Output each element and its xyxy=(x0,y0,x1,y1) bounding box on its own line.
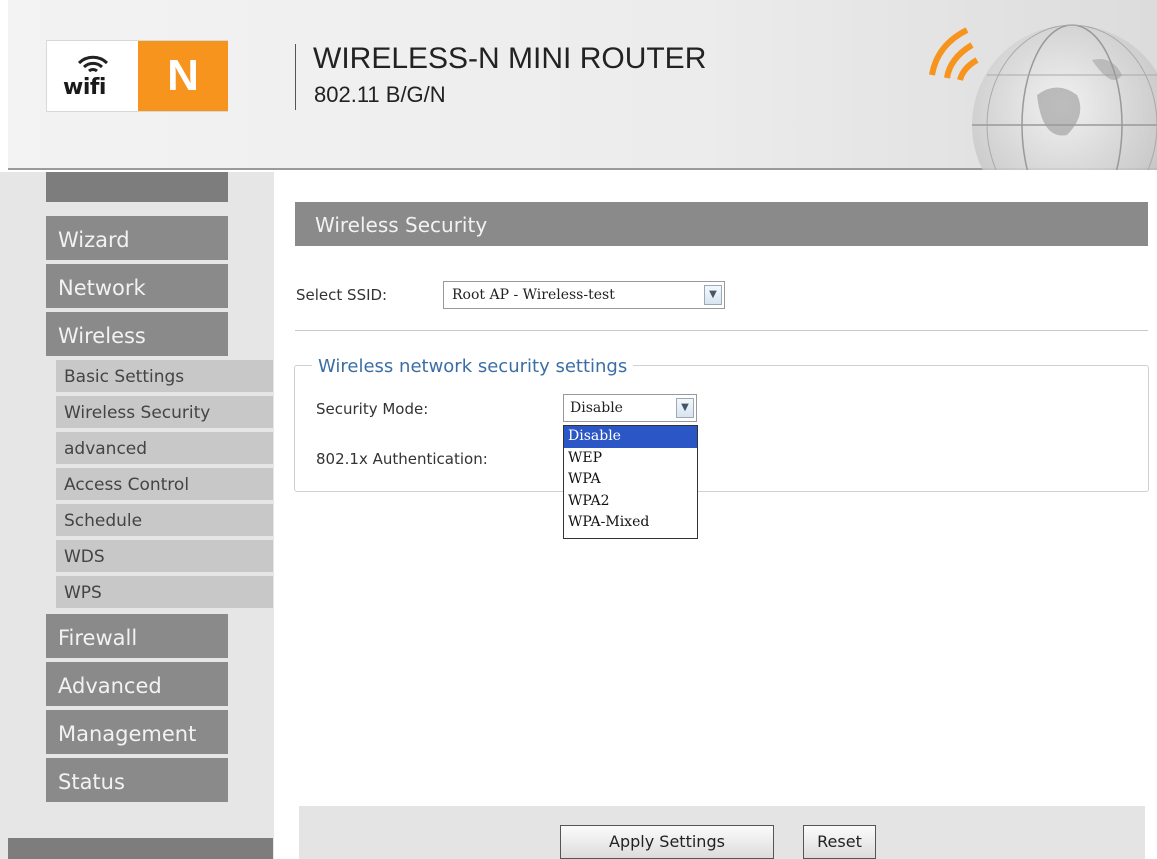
option-wep[interactable]: WEP xyxy=(564,448,697,470)
nav-status[interactable]: Status xyxy=(46,758,228,804)
nav-advanced-wireless[interactable]: advanced xyxy=(56,432,273,466)
page-subtitle: 802.11 B/G/N xyxy=(314,82,446,107)
title-divider xyxy=(295,44,296,110)
nav-wireless[interactable]: Wireless xyxy=(46,312,228,358)
security-mode-label: Security Mode: xyxy=(316,400,429,418)
ssid-select[interactable]: Root AP - Wireless-test ▼ xyxy=(443,281,725,309)
globe-signal-icon xyxy=(929,24,1157,170)
brand-logo: wifi N xyxy=(46,40,228,112)
wifi-icon xyxy=(77,55,109,73)
page-title: WIRELESS-N MINI ROUTER xyxy=(313,42,707,75)
n-logo-badge: N xyxy=(138,41,228,111)
fieldset-legend: Wireless network security settings xyxy=(312,356,634,377)
security-mode-select[interactable]: Disable ▼ xyxy=(563,394,697,422)
auth-label: 802.1x Authentication: xyxy=(316,450,488,468)
divider xyxy=(295,330,1148,331)
security-mode-dropdown-list[interactable]: Disable WEP WPA WPA2 WPA-Mixed xyxy=(563,425,698,539)
nav-advanced[interactable]: Advanced xyxy=(46,662,228,708)
nav-schedule[interactable]: Schedule xyxy=(56,504,273,538)
ssid-select-value: Root AP - Wireless-test xyxy=(452,287,615,303)
nav-access-control[interactable]: Access Control xyxy=(56,468,273,502)
option-disable[interactable]: Disable xyxy=(564,426,697,448)
nav-firewall[interactable]: Firewall xyxy=(46,614,228,660)
option-wpa-mixed[interactable]: WPA-Mixed xyxy=(564,512,697,534)
chevron-down-icon[interactable]: ▼ xyxy=(676,398,694,418)
section-title: Wireless Security xyxy=(295,202,1148,246)
security-settings-fieldset xyxy=(294,365,1149,492)
chevron-down-icon[interactable]: ▼ xyxy=(704,285,722,305)
nav-wizard[interactable]: Wizard xyxy=(46,216,228,262)
option-wpa2[interactable]: WPA2 xyxy=(564,491,697,513)
nav-basic-settings[interactable]: Basic Settings xyxy=(56,360,273,394)
sidebar-top-block xyxy=(46,172,228,202)
sidebar-bottom-block xyxy=(8,838,273,859)
nav-wireless-security[interactable]: Wireless Security xyxy=(56,396,273,430)
nav-management[interactable]: Management xyxy=(46,710,228,756)
page-header: wifi N WIRELESS-N MINI ROUTER 802.11 B/G… xyxy=(8,0,1157,170)
security-mode-value: Disable xyxy=(570,400,623,416)
reset-button[interactable]: Reset xyxy=(803,825,876,859)
wifi-logo: wifi xyxy=(47,41,138,111)
nav-wds[interactable]: WDS xyxy=(56,540,273,574)
nav-wps[interactable]: WPS xyxy=(56,576,273,610)
ssid-label: Select SSID: xyxy=(296,286,388,304)
wifi-logo-text: wifi xyxy=(63,75,106,100)
option-wpa[interactable]: WPA xyxy=(564,469,697,491)
nav-network[interactable]: Network xyxy=(46,264,228,310)
apply-settings-button[interactable]: Apply Settings xyxy=(560,825,774,859)
